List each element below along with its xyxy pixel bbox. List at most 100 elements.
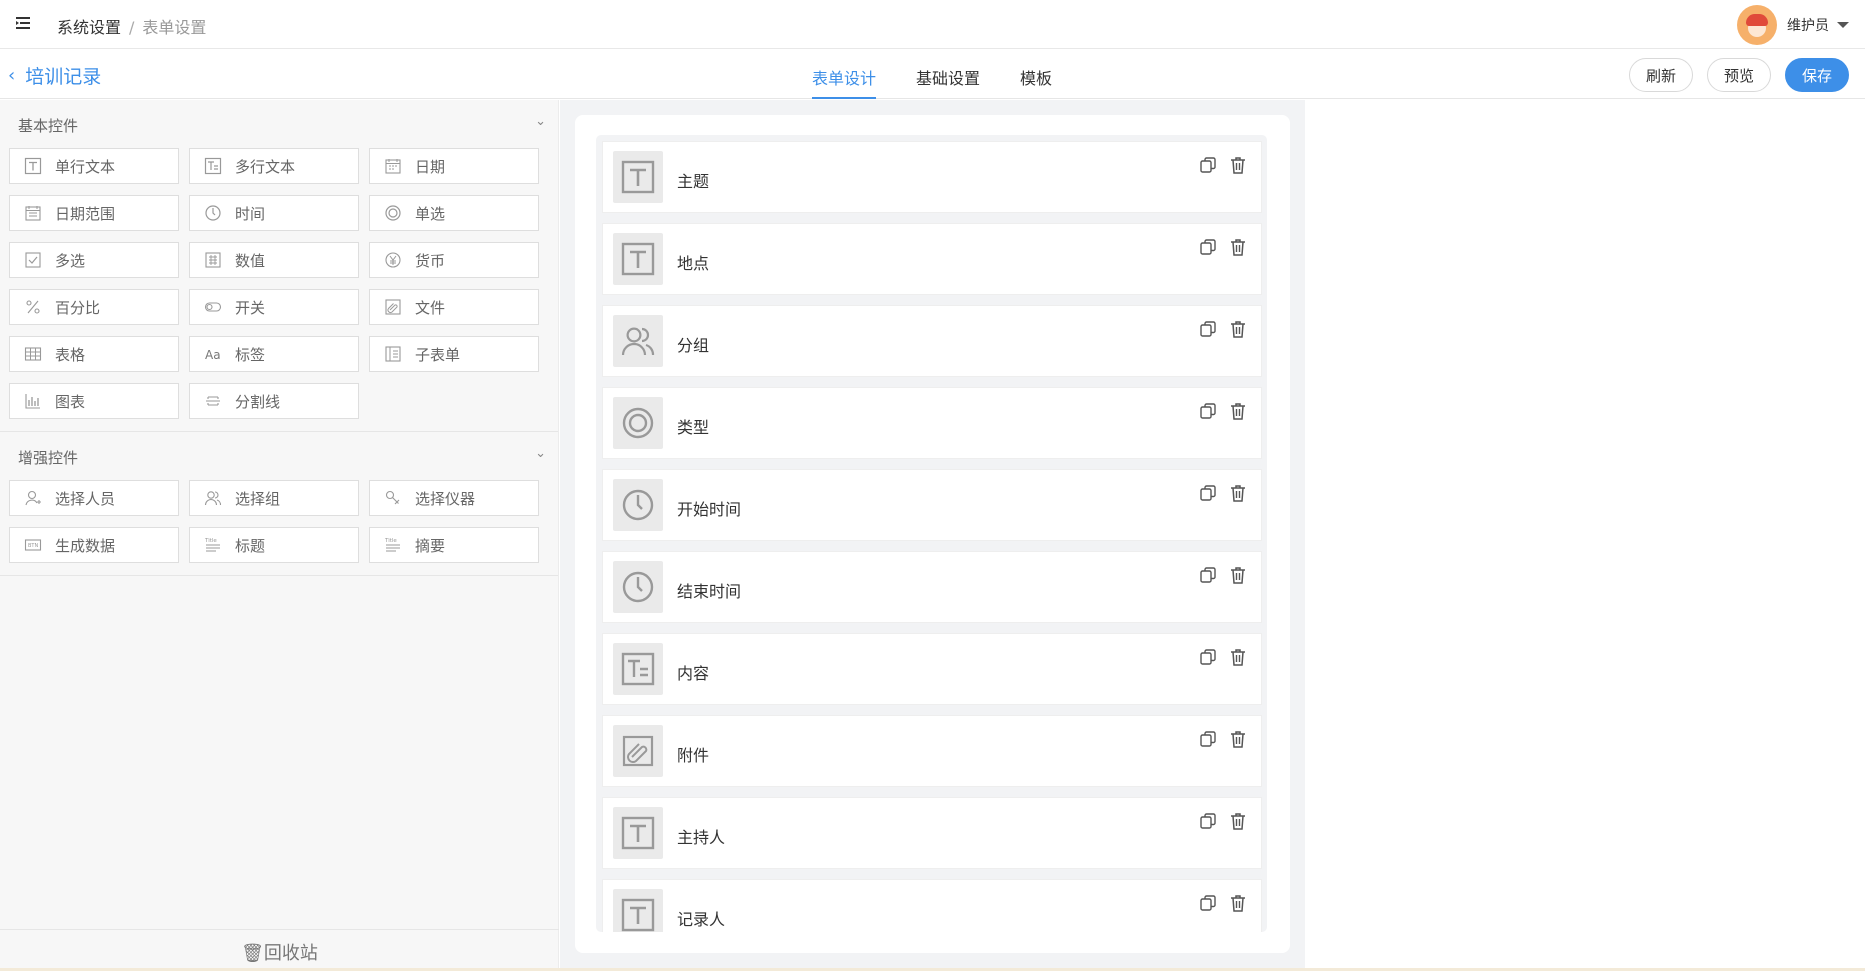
delete-icon[interactable] xyxy=(1229,729,1247,749)
editor-tabs: 表单设计 基础设置 模板 xyxy=(812,50,1092,99)
copy-icon[interactable] xyxy=(1199,156,1217,174)
delete-icon[interactable] xyxy=(1229,401,1247,421)
control-label: 选择仪器 xyxy=(415,489,476,508)
divider xyxy=(0,575,558,576)
control-number[interactable]: 数值 xyxy=(189,242,359,278)
delete-icon[interactable] xyxy=(1229,155,1247,175)
back-link[interactable]: ‹ 培训记录 xyxy=(8,62,101,89)
control-table[interactable]: 表格 xyxy=(9,336,179,372)
trash-icon: 🗑 xyxy=(241,943,264,964)
user-name[interactable]: 维护员 xyxy=(1787,15,1829,35)
preview-button[interactable]: 预览 xyxy=(1706,58,1771,92)
copy-icon[interactable] xyxy=(1199,320,1217,338)
delete-icon[interactable] xyxy=(1229,483,1247,503)
delete-icon[interactable] xyxy=(1229,319,1247,339)
control-checkbox[interactable]: 多选 xyxy=(9,242,179,278)
save-button[interactable]: 保存 xyxy=(1784,58,1849,92)
form-field[interactable]: 类型 xyxy=(602,387,1262,459)
label-icon: Aa xyxy=(204,345,222,363)
form-field[interactable]: 分组 xyxy=(602,305,1262,377)
copy-icon[interactable] xyxy=(1199,894,1217,912)
control-currency[interactable]: 货币 xyxy=(369,242,539,278)
enhanced-controls-header[interactable]: 增强控件 ⌄ xyxy=(0,432,558,480)
form-field[interactable]: 记录人 xyxy=(602,879,1262,932)
control-summary[interactable]: Title 摘要 xyxy=(369,527,539,563)
editor-actions: 刷新 预览 保存 xyxy=(1615,58,1849,92)
recycle-bin[interactable]: 🗑回收站 xyxy=(0,929,559,971)
control-label: 数值 xyxy=(235,251,266,270)
delete-icon[interactable] xyxy=(1229,565,1247,585)
tab-template[interactable]: 模板 xyxy=(1020,50,1052,99)
form-field[interactable]: 主题 xyxy=(602,141,1262,213)
control-user-select[interactable]: 选择人员 xyxy=(9,480,179,516)
delete-icon[interactable] xyxy=(1229,647,1247,667)
delete-icon[interactable] xyxy=(1229,811,1247,831)
control-label: 日期范围 xyxy=(55,204,116,223)
control-percent[interactable]: 百分比 xyxy=(9,289,179,325)
avatar[interactable] xyxy=(1737,5,1777,45)
control-attachment[interactable]: 文件 xyxy=(369,289,539,325)
control-label[interactable]: Aa 标签 xyxy=(189,336,359,372)
control-label: 时间 xyxy=(235,204,266,223)
percent-icon xyxy=(24,298,42,316)
copy-icon[interactable] xyxy=(1199,730,1217,748)
control-generate-data[interactable]: BTN 生成数据 xyxy=(9,527,179,563)
form-field[interactable]: 主持人 xyxy=(602,797,1262,869)
svg-text:Title: Title xyxy=(204,538,217,544)
caret-down-icon[interactable] xyxy=(1837,22,1849,28)
text-icon xyxy=(613,233,663,285)
copy-icon[interactable] xyxy=(1199,812,1217,830)
summary-icon: Title xyxy=(384,536,402,554)
attachment-icon xyxy=(613,725,663,777)
tab-form-design[interactable]: 表单设计 xyxy=(812,50,877,99)
field-label: 附件 xyxy=(677,746,710,765)
form-field-list[interactable]: 主题地点分组类型开始时间结束时间内容附件主持人记录人 xyxy=(596,135,1267,932)
attachment-icon xyxy=(384,298,402,316)
number-icon xyxy=(204,251,222,269)
control-radio[interactable]: 单选 xyxy=(369,195,539,231)
control-chart[interactable]: 图表 xyxy=(9,383,179,419)
control-label: 图表 xyxy=(55,392,86,411)
copy-icon[interactable] xyxy=(1199,484,1217,502)
form-field[interactable]: 开始时间 xyxy=(602,469,1262,541)
breadcrumb-root[interactable]: 系统设置 xyxy=(57,18,121,37)
control-instrument[interactable]: 选择仪器 xyxy=(369,480,539,516)
basic-controls-header[interactable]: 基本控件 ⌄ xyxy=(0,100,558,148)
control-label: 多行文本 xyxy=(235,157,296,176)
form-field[interactable]: 结束时间 xyxy=(602,551,1262,623)
chevron-down-icon[interactable]: ⌄ xyxy=(535,446,546,461)
clock-icon xyxy=(613,479,663,531)
control-subform[interactable]: 子表单 xyxy=(369,336,539,372)
form-field[interactable]: 内容 xyxy=(602,633,1262,705)
control-group-select[interactable]: 选择组 xyxy=(189,480,359,516)
form-card: 主题地点分组类型开始时间结束时间内容附件主持人记录人 xyxy=(575,115,1290,953)
control-multiline-text[interactable]: 多行文本 xyxy=(189,148,359,184)
generate-data-icon: BTN xyxy=(24,536,42,554)
copy-icon[interactable] xyxy=(1199,648,1217,666)
form-field[interactable]: 地点 xyxy=(602,223,1262,295)
user-menu[interactable]: 维护员 xyxy=(1737,5,1849,45)
control-calendar-range[interactable]: 日期范围 xyxy=(9,195,179,231)
control-palette: 基本控件 ⌄ 单行文本 多行文本 日期日期范围 时间 单选多选 数值 货币百分比 开关 文件表格… xyxy=(0,100,559,971)
delete-icon[interactable] xyxy=(1229,893,1247,913)
field-label: 记录人 xyxy=(677,910,726,929)
refresh-button[interactable]: 刷新 xyxy=(1628,58,1693,92)
menu-toggle-icon[interactable] xyxy=(14,14,32,32)
copy-icon[interactable] xyxy=(1199,402,1217,420)
copy-icon[interactable] xyxy=(1199,238,1217,256)
field-label: 主题 xyxy=(677,172,710,191)
tab-basic-settings[interactable]: 基础设置 xyxy=(916,50,980,99)
control-switch[interactable]: 开关 xyxy=(189,289,359,325)
control-clock[interactable]: 时间 xyxy=(189,195,359,231)
form-editor-header: ‹ 培训记录 表单设计 基础设置 模板 刷新 预览 保存 xyxy=(0,50,1865,99)
control-calendar[interactable]: 日期 xyxy=(369,148,539,184)
chevron-down-icon[interactable]: ⌄ xyxy=(535,114,546,129)
group-icon xyxy=(613,315,663,367)
text-icon xyxy=(613,807,663,859)
control-title[interactable]: Title 标题 xyxy=(189,527,359,563)
copy-icon[interactable] xyxy=(1199,566,1217,584)
form-field[interactable]: 附件 xyxy=(602,715,1262,787)
control-text[interactable]: 单行文本 xyxy=(9,148,179,184)
delete-icon[interactable] xyxy=(1229,237,1247,257)
control-divider[interactable]: 分割线 xyxy=(189,383,359,419)
